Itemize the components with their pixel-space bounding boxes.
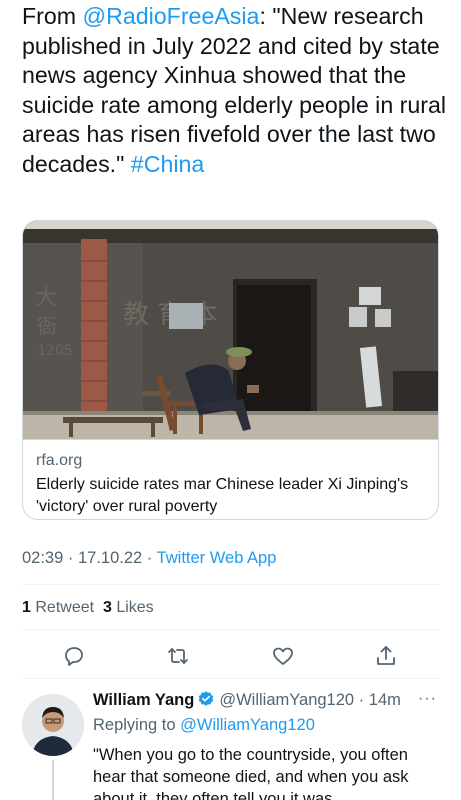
thread-line [52, 760, 54, 800]
share-icon [377, 646, 395, 665]
like-count[interactable]: 3 [103, 599, 112, 616]
mention-link[interactable]: @RadioFreeAsia [83, 3, 260, 29]
divider [22, 629, 439, 630]
hashtag-link[interactable]: #China [131, 151, 204, 177]
share-button[interactable] [368, 638, 404, 674]
tweet-body: : "New research published in July 2022 a… [22, 3, 447, 177]
divider [22, 678, 439, 679]
svg-text:大: 大 [35, 286, 57, 311]
verified-badge-icon [199, 691, 214, 706]
reply-button[interactable] [56, 638, 92, 674]
tweet-source[interactable]: Twitter Web App [157, 549, 277, 567]
meta-separator-2: · [142, 549, 157, 567]
reply-author-handle[interactable]: @WilliamYang120 [219, 691, 354, 709]
replying-to: Replying to @WilliamYang120 [93, 716, 315, 735]
retweet-label[interactable]: Retweet [35, 599, 94, 616]
reply-separator: · [354, 691, 369, 709]
tweet-prefix: From [22, 3, 83, 29]
retweet-count[interactable]: 1 [22, 599, 31, 616]
card-title[interactable]: Elderly suicide rates mar Chinese leader… [36, 474, 431, 517]
replying-to-label: Replying to [93, 716, 181, 734]
svg-text:衙: 衙 [37, 314, 57, 338]
link-card[interactable]: 教 育 本 大 衙 1205 [22, 220, 439, 520]
like-button[interactable] [265, 638, 301, 674]
divider [22, 584, 439, 585]
card-domain: rfa.org [36, 452, 83, 469]
retweet-button[interactable] [160, 638, 196, 674]
reply-icon [65, 647, 83, 666]
tweet-meta: 02:39 · 17.10.22 · Twitter Web App [22, 549, 276, 568]
like-icon [273, 647, 293, 665]
action-bar [22, 638, 439, 674]
like-label[interactable]: Likes [116, 599, 153, 616]
reply-text: "When you go to the countryside, you oft… [93, 746, 409, 800]
tweet-time[interactable]: 02:39 [22, 549, 63, 567]
tweet-text: From @RadioFreeAsia: "New research publi… [22, 2, 452, 179]
reply-author-name[interactable]: William Yang [93, 691, 194, 709]
card-meta: rfa.org Elderly suicide rates mar Chines… [23, 439, 438, 519]
reply-time[interactable]: 14m [369, 691, 401, 709]
replying-to-handle[interactable]: @WilliamYang120 [180, 716, 315, 734]
meta-separator: · [63, 549, 78, 567]
more-icon[interactable]: ··· [418, 690, 437, 708]
svg-text:1205: 1205 [37, 343, 73, 359]
card-image: 教 育 本 大 衙 1205 [23, 221, 438, 439]
avatar[interactable] [22, 694, 84, 756]
tweet-date[interactable]: 17.10.22 [78, 549, 142, 567]
reply-header: William Yang @WilliamYang120 · 14m [93, 690, 401, 710]
retweet-icon [168, 648, 188, 664]
tweet-stats: 1 Retweet 3 Likes [22, 599, 154, 617]
